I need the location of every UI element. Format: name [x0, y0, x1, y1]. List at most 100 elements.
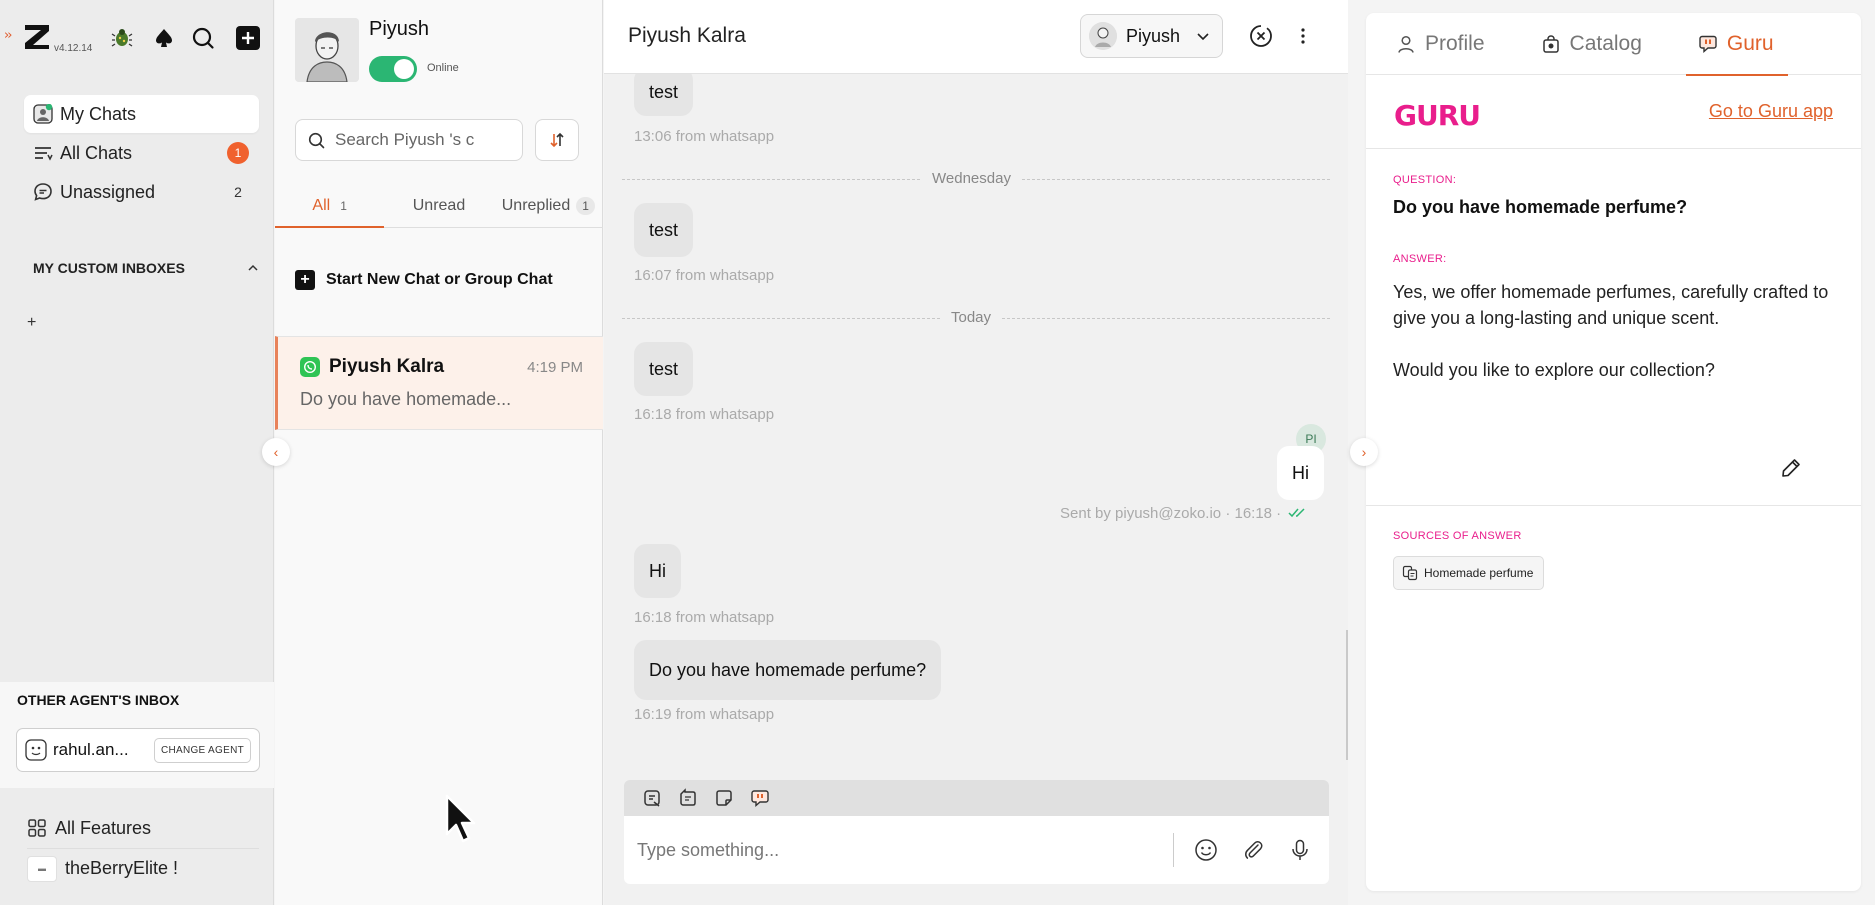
assignee-dropdown[interactable]: Piyush — [1080, 14, 1223, 58]
tab-guru[interactable]: Guru — [1685, 13, 1788, 76]
emoji-button[interactable] — [1188, 832, 1224, 868]
add-new-icon[interactable] — [234, 24, 262, 52]
custom-inboxes-title: MY CUSTOM INBOXES — [33, 260, 185, 276]
template-icon[interactable] — [642, 788, 662, 808]
sidebar-item-unassigned[interactable]: Unassigned 2 — [24, 173, 259, 211]
store-switcher[interactable]: ▬ theBerryElite ! — [27, 848, 259, 888]
message-list: test 13:06 from whatsapp Wednesday test … — [604, 74, 1348, 776]
chevron-up-icon[interactable] — [247, 262, 259, 274]
message-bubble: test — [634, 74, 694, 116]
message-text: Hi — [1292, 462, 1309, 483]
microphone-icon — [1292, 839, 1308, 860]
avatar[interactable] — [295, 18, 359, 82]
chat-list-panel: Piyush Online All 1 Unread Unreplied 1 +… — [275, 0, 603, 905]
tab-label: Profile — [1425, 32, 1485, 55]
zoko-logo — [25, 25, 49, 49]
store-name: theBerryElite ! — [65, 858, 179, 878]
search-icon — [308, 132, 325, 148]
chat-bubble-icon — [32, 181, 54, 203]
whatsapp-icon — [300, 357, 320, 377]
message-bubble: test — [634, 342, 694, 396]
message-meta: 13:06 from whatsapp — [634, 128, 775, 145]
expand-icon[interactable]: ›› — [4, 28, 13, 43]
message-meta: Sent by piyush@zoko.io · 16:18 · — [1060, 505, 1310, 522]
custom-inboxes-header[interactable]: MY CUSTOM INBOXES — [33, 260, 259, 276]
scrollbar[interactable] — [1346, 630, 1348, 760]
answer-label: ANSWER: — [1393, 253, 1447, 265]
version-label: v4.12.14 — [54, 43, 93, 54]
online-status: Online — [427, 62, 459, 74]
date-divider-label: Today — [941, 309, 1002, 326]
quick-reply-icon[interactable] — [678, 788, 698, 808]
sidebar-item-label: Unassigned — [60, 181, 156, 202]
search-box[interactable] — [295, 119, 523, 161]
sidebar-item-all-chats[interactable]: All Chats 1 — [24, 134, 259, 172]
question-label: QUESTION: — [1393, 174, 1457, 186]
all-features-link[interactable]: All Features — [27, 808, 259, 848]
spade-icon[interactable] — [150, 24, 178, 52]
tab-count: 1 — [340, 198, 347, 213]
conversation-header: Piyush Kalra Piyush — [604, 0, 1348, 74]
chevron-left-icon: ‹ — [273, 444, 279, 460]
tab-unreplied[interactable]: Unreplied 1 — [494, 184, 603, 227]
close-chat-button[interactable] — [1247, 22, 1275, 50]
avatar — [1089, 22, 1117, 50]
add-inbox-button[interactable]: + — [27, 314, 36, 332]
all-features-label: All Features — [55, 817, 152, 838]
search-icon[interactable] — [189, 24, 217, 52]
user-name: Piyush — [369, 18, 430, 40]
new-chat-button[interactable]: + Start New Chat or Group Chat — [295, 270, 553, 290]
divider — [1366, 505, 1861, 506]
sort-button[interactable] — [535, 119, 579, 161]
composer-divider — [1173, 833, 1174, 867]
message-input[interactable] — [637, 839, 1173, 861]
answer-paragraph: Would you like to explore our collection… — [1393, 360, 1715, 380]
answer-paragraph: Yes, we offer homemade perfumes, careful… — [1393, 282, 1829, 328]
tab-label: Unread — [412, 196, 466, 214]
message-meta: 16:19 from whatsapp — [634, 706, 775, 723]
conversation-panel: Piyush Kalra Piyush test 13:06 from what… — [604, 0, 1348, 905]
guru-icon[interactable] — [750, 788, 770, 808]
question-text: Do you have homemade perfume? — [1393, 197, 1688, 217]
emoji-icon — [1195, 839, 1217, 861]
paperclip-icon — [1245, 841, 1263, 859]
source-chip[interactable]: Homemade perfume — [1393, 556, 1545, 590]
right-panel-tabs: Profile Catalog Guru — [1366, 13, 1861, 76]
tab-profile[interactable]: Profile — [1396, 13, 1485, 75]
agent-selector[interactable]: rahul.an... CHANGE AGENT — [16, 728, 260, 772]
edit-answer-button[interactable] — [1776, 453, 1806, 483]
chat-time: 4:19 PM — [527, 359, 583, 376]
more-options-button[interactable] — [1289, 22, 1317, 50]
online-toggle[interactable] — [369, 56, 417, 82]
chat-name: Piyush Kalra — [329, 356, 445, 377]
unassigned-count: 2 — [234, 184, 242, 200]
sticker-icon[interactable] — [714, 788, 734, 808]
filter-list-icon — [32, 142, 54, 164]
voice-button[interactable] — [1282, 832, 1318, 868]
pencil-icon — [1782, 459, 1800, 477]
tab-catalog[interactable]: Catalog — [1541, 13, 1642, 75]
tab-label: Catalog — [1569, 32, 1642, 55]
sent-by-text: Sent by piyush@zoko.io · 16:18 · — [1060, 505, 1282, 522]
sources-label: SOURCES OF ANSWER — [1393, 530, 1522, 542]
user-icon — [1396, 34, 1416, 54]
other-agent-title: OTHER AGENT'S INBOX — [17, 692, 180, 708]
guru-icon — [1698, 34, 1718, 54]
go-to-guru-link[interactable]: Go to Guru app — [1709, 101, 1833, 122]
collapse-right-button[interactable]: › — [1350, 438, 1378, 466]
tab-all[interactable]: All 1 — [275, 184, 385, 228]
double-check-icon — [1288, 508, 1305, 518]
tab-unread[interactable]: Unread — [384, 184, 493, 227]
list-item[interactable]: Piyush Kalra 4:19 PM Do you have homemad… — [275, 336, 603, 430]
composer-toolbar — [624, 780, 1329, 816]
search-input[interactable] — [335, 130, 515, 150]
assignee-name: Piyush — [1126, 25, 1181, 46]
collapse-left-button[interactable]: ‹ — [262, 438, 290, 466]
bug-icon[interactable] — [108, 24, 136, 52]
tab-label: All — [312, 196, 331, 214]
tab-label: Unreplied — [501, 196, 571, 214]
conversation-title: Piyush Kalra — [628, 24, 746, 47]
attach-button[interactable] — [1235, 832, 1271, 868]
change-agent-button[interactable]: CHANGE AGENT — [153, 737, 251, 763]
sidebar-item-my-chats[interactable]: My Chats — [24, 95, 259, 133]
